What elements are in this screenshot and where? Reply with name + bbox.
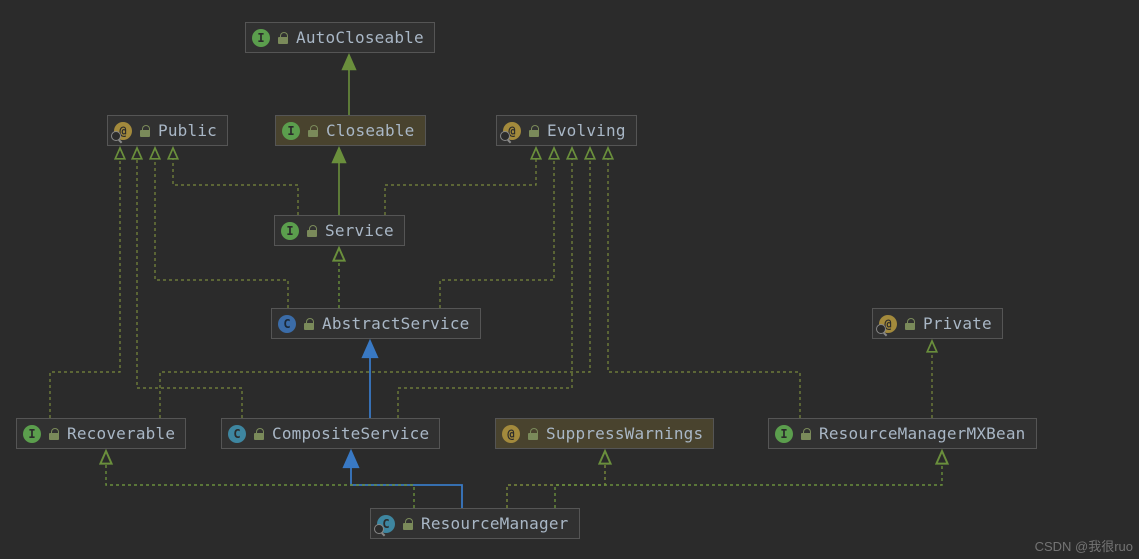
interface-icon <box>282 122 300 140</box>
lock-icon <box>49 428 59 440</box>
annotation-icon <box>502 425 520 443</box>
watermark: CSDN @我很ruo <box>1035 536 1133 555</box>
node-abstractservice[interactable]: AbstractService <box>271 308 481 339</box>
annotation-icon <box>879 315 897 333</box>
lock-icon <box>529 125 539 137</box>
node-label: Service <box>325 221 394 240</box>
edge-layer <box>0 0 1139 559</box>
class-hierarchy-diagram: AutoCloseable Public Closeable Evolving … <box>0 0 1139 559</box>
node-evolving[interactable]: Evolving <box>496 115 637 146</box>
node-recoverable[interactable]: Recoverable <box>16 418 186 449</box>
node-label: CompositeService <box>272 424 429 443</box>
interface-icon <box>252 29 270 47</box>
node-public[interactable]: Public <box>107 115 228 146</box>
lock-icon <box>905 318 915 330</box>
node-label: ResourceManagerMXBean <box>819 424 1026 443</box>
node-label: Recoverable <box>67 424 175 443</box>
node-label: ResourceManager <box>421 514 569 533</box>
node-compositeservice[interactable]: CompositeService <box>221 418 440 449</box>
lock-icon <box>278 32 288 44</box>
lock-icon <box>403 518 413 530</box>
lock-icon <box>254 428 264 440</box>
node-service[interactable]: Service <box>274 215 405 246</box>
node-label: SuppressWarnings <box>546 424 703 443</box>
class-icon <box>377 515 395 533</box>
interface-icon <box>23 425 41 443</box>
node-resourcemanagermxbean[interactable]: ResourceManagerMXBean <box>768 418 1037 449</box>
node-label: Private <box>923 314 992 333</box>
lock-icon <box>528 428 538 440</box>
node-autocloseable[interactable]: AutoCloseable <box>245 22 435 53</box>
abstract-class-icon <box>278 315 296 333</box>
lock-icon <box>801 428 811 440</box>
node-label: AutoCloseable <box>296 28 424 47</box>
lock-icon <box>304 318 314 330</box>
interface-icon <box>775 425 793 443</box>
lock-icon <box>308 125 318 137</box>
interface-icon <box>281 222 299 240</box>
node-label: Closeable <box>326 121 415 140</box>
node-private[interactable]: Private <box>872 308 1003 339</box>
annotation-icon <box>503 122 521 140</box>
lock-icon <box>307 225 317 237</box>
node-suppresswarnings[interactable]: SuppressWarnings <box>495 418 714 449</box>
lock-icon <box>140 125 150 137</box>
class-icon <box>228 425 246 443</box>
node-closeable[interactable]: Closeable <box>275 115 426 146</box>
node-resourcemanager[interactable]: ResourceManager <box>370 508 580 539</box>
node-label: Evolving <box>547 121 626 140</box>
node-label: AbstractService <box>322 314 470 333</box>
annotation-icon <box>114 122 132 140</box>
node-label: Public <box>158 121 217 140</box>
